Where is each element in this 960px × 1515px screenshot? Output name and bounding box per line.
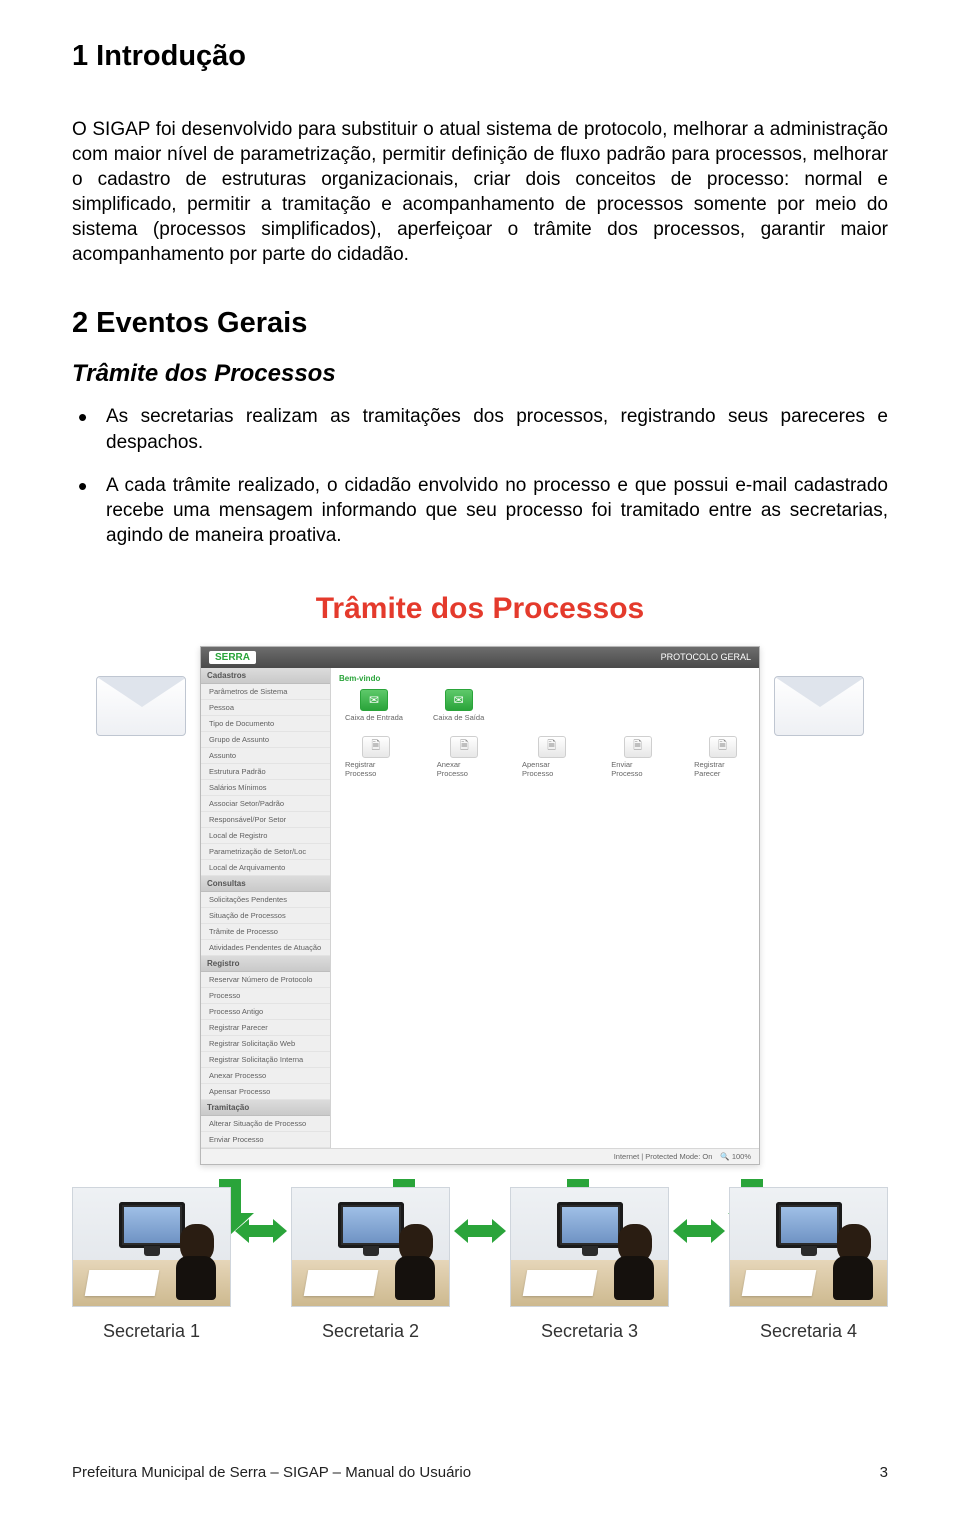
sidebar-item[interactable]: Atividades Pendentes de Atuação <box>201 940 330 956</box>
app-tile[interactable]: Apensar Processo <box>522 736 581 778</box>
workstation-image <box>72 1187 231 1307</box>
sidebar-item[interactable]: Processo Antigo <box>201 1004 330 1020</box>
sidebar-item[interactable]: Estrutura Padrão <box>201 764 330 780</box>
mailbox-icon <box>360 689 388 711</box>
sidebar-item[interactable]: Apensar Processo <box>201 1084 330 1100</box>
envelope-left-icon <box>96 676 186 736</box>
tile-label: Caixa de Saída <box>433 713 484 722</box>
bullet-item: As secretarias realizam as tramitações d… <box>72 404 888 454</box>
app-header: SERRA PROTOCOLO GERAL <box>201 647 759 668</box>
sidebar-group: Consultas <box>201 876 330 892</box>
sidebar-group: Cadastros <box>201 668 330 684</box>
sidebar-item[interactable]: Salários Mínimos <box>201 780 330 796</box>
double-arrow-icon <box>458 1219 502 1243</box>
app-main: Bem-vindo Caixa de Entrada Caixa de Saída… <box>331 668 759 1148</box>
app-tile[interactable]: Caixa de Entrada <box>345 689 403 722</box>
app-tile[interactable]: Anexar Processo <box>437 736 492 778</box>
sidebar-item[interactable]: Associar Setor/Padrão <box>201 796 330 812</box>
page-footer: Prefeitura Municipal de Serra – SIGAP – … <box>72 1464 888 1481</box>
section-2-subtitle: Trâmite dos Processos <box>72 360 888 388</box>
app-tile[interactable]: Registrar Parecer <box>694 736 751 778</box>
intro-paragraph: O SIGAP foi desenvolvido para substituir… <box>72 117 888 267</box>
station: Secretaria 1 <box>72 1187 231 1342</box>
sidebar-item[interactable]: Situação de Processos <box>201 908 330 924</box>
sidebar-group: Tramitação <box>201 1100 330 1116</box>
eventos-bullets: As secretarias realizam as tramitações d… <box>72 404 888 547</box>
tile-label: Caixa de Entrada <box>345 713 403 722</box>
section-2-title: 2 Eventos Gerais <box>72 307 888 340</box>
sidebar-item[interactable]: Local de Arquivamento <box>201 860 330 876</box>
status-zoom: 🔍 100% <box>720 1152 751 1161</box>
app-logo: SERRA <box>209 651 256 664</box>
app-sidebar: CadastrosParâmetros de SistemaPessoaTipo… <box>201 668 331 1148</box>
tile-label: Anexar Processo <box>437 760 492 778</box>
sidebar-group: Registro <box>201 956 330 972</box>
sidebar-item[interactable]: Alterar Situação de Processo <box>201 1116 330 1132</box>
footer-left: Prefeitura Municipal de Serra – SIGAP – … <box>72 1464 471 1481</box>
document-icon <box>538 736 566 758</box>
station-label: Secretaria 4 <box>760 1321 857 1342</box>
sidebar-item[interactable]: Pessoa <box>201 700 330 716</box>
sidebar-item[interactable]: Tipo de Documento <box>201 716 330 732</box>
sidebar-item[interactable]: Registrar Parecer <box>201 1020 330 1036</box>
app-header-right: PROTOCOLO GERAL <box>661 652 751 662</box>
tile-label: Registrar Parecer <box>694 760 751 778</box>
sidebar-item[interactable]: Trâmite de Processo <box>201 924 330 940</box>
app-tile[interactable]: Registrar Processo <box>345 736 407 778</box>
sidebar-item[interactable]: Registrar Solicitação Interna <box>201 1052 330 1068</box>
document-icon <box>362 736 390 758</box>
section-1-title: 1 Introdução <box>72 40 888 73</box>
stations-row: Secretaria 1 Secretaria 2 Secretaria 3 Secr… <box>72 1187 888 1342</box>
tramite-diagram: Trâmite dos Processos SERRA PROTOCOLO GE… <box>72 592 888 1342</box>
double-arrow-icon <box>677 1219 721 1243</box>
sidebar-item[interactable]: Solicitações Pendentes <box>201 892 330 908</box>
sidebar-item[interactable]: Parâmetros de Sistema <box>201 684 330 700</box>
document-icon <box>450 736 478 758</box>
sidebar-item[interactable]: Parametrização de Setor/Loc <box>201 844 330 860</box>
station-label: Secretaria 1 <box>103 1321 200 1342</box>
station: Secretaria 4 <box>729 1187 888 1342</box>
sidebar-item[interactable]: Enviar Processo <box>201 1132 330 1148</box>
workstation-image <box>291 1187 450 1307</box>
sidebar-item[interactable]: Registrar Solicitação Web <box>201 1036 330 1052</box>
sidebar-item[interactable]: Reservar Número de Protocolo <box>201 972 330 988</box>
double-arrow-icon <box>239 1219 283 1243</box>
mailbox-icon <box>445 689 473 711</box>
footer-page-number: 3 <box>880 1464 888 1481</box>
sidebar-item[interactable]: Local de Registro <box>201 828 330 844</box>
document-icon <box>709 736 737 758</box>
tile-label: Apensar Processo <box>522 760 581 778</box>
sidebar-item[interactable]: Processo <box>201 988 330 1004</box>
envelope-right-icon <box>774 676 864 736</box>
station-label: Secretaria 2 <box>322 1321 419 1342</box>
app-tile[interactable]: Caixa de Saída <box>433 689 484 722</box>
workstation-image <box>729 1187 888 1307</box>
tile-label: Registrar Processo <box>345 760 407 778</box>
sidebar-item[interactable]: Assunto <box>201 748 330 764</box>
sidebar-item[interactable]: Anexar Processo <box>201 1068 330 1084</box>
diagram-title: Trâmite dos Processos <box>72 592 888 626</box>
arrows-down <box>72 1175 888 1181</box>
station-label: Secretaria 3 <box>541 1321 638 1342</box>
status-mode: Internet | Protected Mode: On <box>614 1152 713 1161</box>
breadcrumb: Bem-vindo <box>339 674 751 683</box>
sidebar-item[interactable]: Grupo de Assunto <box>201 732 330 748</box>
document-icon <box>624 736 652 758</box>
app-statusbar: Internet | Protected Mode: On 🔍 100% <box>201 1148 759 1164</box>
workstation-image <box>510 1187 669 1307</box>
bullet-item: A cada trâmite realizado, o cidadão envo… <box>72 473 888 548</box>
app-tile[interactable]: Enviar Processo <box>611 736 664 778</box>
sidebar-item[interactable]: Responsável/Por Setor <box>201 812 330 828</box>
app-window: SERRA PROTOCOLO GERAL CadastrosParâmetro… <box>200 646 760 1165</box>
station: Secretaria 2 <box>291 1187 450 1342</box>
tile-label: Enviar Processo <box>611 760 664 778</box>
station: Secretaria 3 <box>510 1187 669 1342</box>
